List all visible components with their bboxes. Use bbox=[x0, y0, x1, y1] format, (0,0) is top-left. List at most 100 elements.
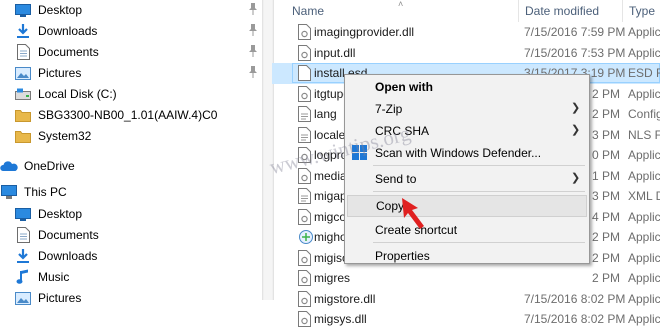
nav-item-label: Desktop bbox=[38, 207, 83, 221]
pin-icon[interactable] bbox=[248, 66, 258, 81]
nav-item-local-disk[interactable]: Local Disk (C:) bbox=[0, 84, 262, 104]
nav-item-label: SBG3300-NB00_1.01(AAIW.4)C0 bbox=[38, 108, 218, 122]
menu-item-open-with[interactable]: Open with bbox=[345, 76, 589, 98]
nav-item-onedrive[interactable]: OneDrive bbox=[0, 156, 262, 176]
pin-icon[interactable] bbox=[248, 3, 258, 18]
file-date: 4 PM bbox=[592, 209, 621, 224]
nav-item-documents[interactable]: Documents bbox=[0, 42, 262, 62]
column-header-name[interactable]: ˄ Name bbox=[286, 0, 518, 22]
nav-item-desktop[interactable]: Desktop bbox=[0, 0, 262, 20]
file-icon bbox=[298, 126, 312, 144]
menu-separator bbox=[373, 242, 585, 243]
desktop-folder-icon bbox=[14, 206, 32, 222]
this-pc-icon bbox=[0, 184, 18, 200]
file-date: 7/15/2016 7:53 PM bbox=[524, 45, 626, 60]
file-row[interactable]: migsys.dll 7/15/2016 8:02 PM Applic bbox=[272, 309, 660, 330]
file-date: 2 PM bbox=[592, 271, 621, 285]
file-icon bbox=[298, 290, 312, 308]
nav-item-sbg-folder[interactable]: SBG3300-NB00_1.01(AAIW.4)C0 bbox=[0, 105, 262, 125]
nav-item-label: Downloads bbox=[38, 24, 98, 38]
file-icon bbox=[298, 229, 313, 246]
nav-item-pc-documents[interactable]: Documents bbox=[0, 225, 262, 245]
menu-item-7zip[interactable]: 7-Zip ❯ bbox=[345, 98, 589, 120]
downloads-icon bbox=[14, 248, 32, 264]
file-icon bbox=[298, 85, 312, 103]
menu-item-scan-defender[interactable]: Scan with Windows Defender... bbox=[345, 142, 589, 164]
navigation-pane: Desktop Downloads Documents Pictures Loc… bbox=[0, 0, 262, 305]
file-date: 2 PM bbox=[592, 86, 621, 101]
pictures-icon bbox=[14, 290, 32, 306]
nav-item-label: Music bbox=[38, 270, 70, 284]
file-type: Applic bbox=[628, 168, 660, 183]
file-icon bbox=[298, 188, 312, 205]
file-type: Applic bbox=[628, 45, 660, 60]
nav-item-label: System32 bbox=[38, 129, 92, 143]
nav-item-label: Pictures bbox=[38, 291, 82, 305]
file-icon bbox=[298, 249, 312, 267]
nav-item-this-pc[interactable]: This PC bbox=[0, 182, 262, 202]
file-icon bbox=[298, 311, 312, 328]
file-icon bbox=[298, 24, 312, 41]
nav-item-pc-desktop[interactable]: Desktop bbox=[0, 204, 262, 224]
file-name: migsys.dll bbox=[314, 312, 367, 326]
file-name: logpro bbox=[314, 148, 348, 162]
file-date: 7/15/2016 7:59 PM bbox=[524, 25, 626, 39]
file-type: Applic bbox=[628, 271, 660, 285]
file-icon bbox=[298, 208, 312, 226]
nav-item-label: Downloads bbox=[38, 249, 98, 263]
file-icon bbox=[298, 65, 312, 82]
file-type: NLS Fi bbox=[628, 127, 660, 142]
file-date: 3 PM bbox=[592, 189, 621, 203]
documents-icon bbox=[14, 44, 32, 60]
annotation-arrow-icon bbox=[402, 198, 424, 229]
desktop-folder-icon bbox=[14, 2, 32, 18]
file-date: 7/15/2016 8:02 PM bbox=[524, 312, 626, 326]
menu-item-send-to[interactable]: Send to ❯ bbox=[345, 168, 589, 190]
column-header-type[interactable]: Type bbox=[622, 0, 660, 22]
file-date: 2 PM bbox=[592, 230, 621, 244]
menu-item-crc-sha[interactable]: CRC SHA ❯ bbox=[345, 120, 589, 142]
file-type: Applic bbox=[628, 86, 660, 101]
documents-icon bbox=[14, 227, 32, 243]
file-type: Applic bbox=[628, 291, 660, 306]
file-type: Applic bbox=[628, 209, 660, 224]
nav-item-label: Local Disk (C:) bbox=[38, 87, 117, 101]
file-date: 1 PM bbox=[592, 168, 621, 183]
nav-item-system32[interactable]: System32 bbox=[0, 126, 262, 146]
file-name: migstore.dll bbox=[314, 291, 376, 306]
file-date: 3 PM bbox=[592, 127, 621, 142]
menu-item-properties[interactable]: Properties bbox=[345, 245, 589, 267]
file-type: Applic bbox=[628, 312, 660, 326]
menu-separator bbox=[373, 165, 585, 166]
file-row[interactable]: migstore.dll 7/15/2016 8:02 PM Applic bbox=[272, 289, 660, 310]
nav-item-music[interactable]: Music bbox=[0, 267, 262, 287]
nav-item-label: This PC bbox=[24, 185, 67, 199]
windows-defender-icon bbox=[352, 145, 368, 161]
nav-item-label: Documents bbox=[38, 45, 99, 59]
column-header-date[interactable]: Date modified bbox=[518, 0, 622, 22]
file-date: 0 PM bbox=[592, 148, 621, 162]
pin-icon[interactable] bbox=[248, 45, 258, 60]
submenu-arrow-icon: ❯ bbox=[571, 124, 581, 136]
file-row[interactable]: input.dll 7/15/2016 7:53 PM Applic bbox=[272, 43, 660, 64]
pin-icon[interactable] bbox=[248, 24, 258, 39]
submenu-arrow-icon: ❯ bbox=[571, 102, 581, 114]
music-icon bbox=[14, 269, 32, 285]
nav-item-pc-downloads[interactable]: Downloads bbox=[0, 246, 262, 266]
menu-item-copy[interactable]: Copy bbox=[347, 195, 587, 217]
file-type: Config bbox=[628, 107, 660, 121]
file-type: Applic bbox=[628, 230, 660, 244]
file-row[interactable]: imagingprovider.dll 7/15/2016 7:59 PM Appl… bbox=[272, 22, 660, 43]
menu-item-create-shortcut[interactable]: Create shortcut bbox=[345, 219, 589, 241]
folder-icon bbox=[14, 107, 32, 123]
file-name: lang bbox=[314, 107, 337, 121]
onedrive-icon bbox=[0, 158, 18, 174]
nav-item-downloads[interactable]: Downloads bbox=[0, 21, 262, 41]
nav-item-label: Pictures bbox=[38, 66, 82, 80]
nav-item-pc-pictures[interactable]: Pictures bbox=[0, 288, 262, 308]
file-row[interactable]: migres 2 PM Applic bbox=[272, 268, 660, 289]
nav-item-label: Desktop bbox=[38, 3, 83, 17]
nav-item-pictures[interactable]: Pictures bbox=[0, 63, 262, 83]
nav-item-label: Documents bbox=[38, 228, 99, 242]
file-icon bbox=[298, 44, 312, 62]
